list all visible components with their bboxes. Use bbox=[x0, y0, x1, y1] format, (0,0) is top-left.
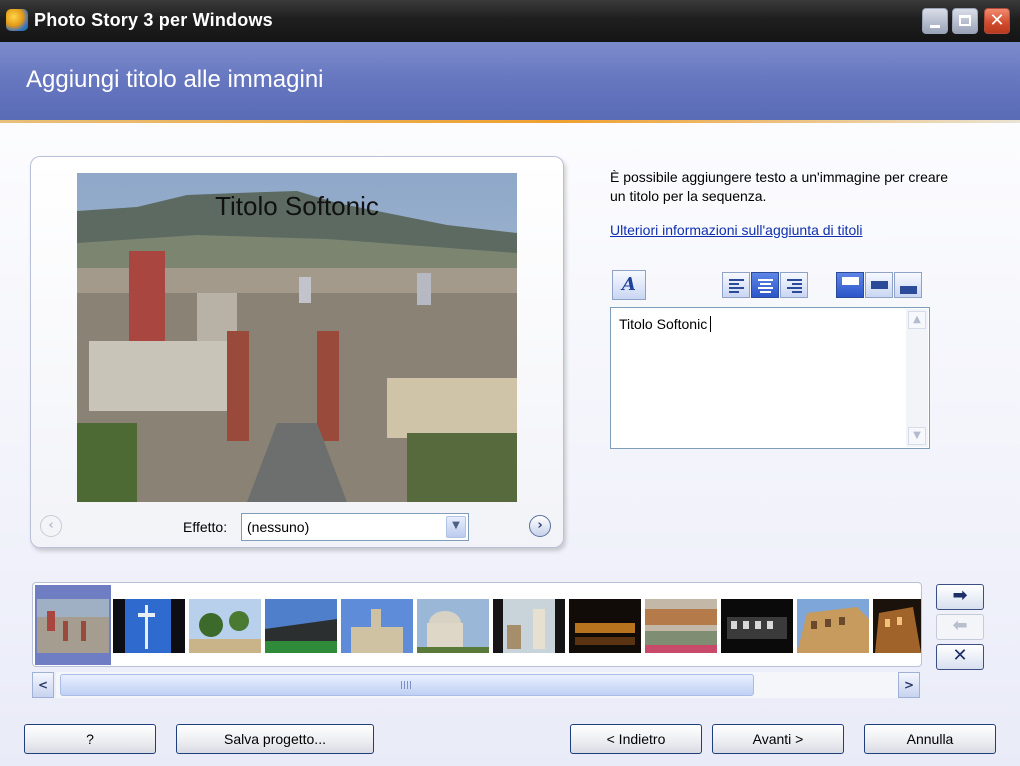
text-vertical-scrollbar[interactable]: ▲ ▼ bbox=[906, 309, 928, 447]
arrow-right-icon: ➡ bbox=[952, 585, 968, 606]
align-bottom-button[interactable] bbox=[894, 272, 922, 298]
align-right-icon bbox=[787, 279, 802, 295]
font-icon: A bbox=[622, 274, 636, 295]
close-icon: ✕ bbox=[989, 10, 1005, 31]
next-button[interactable]: Avanti > bbox=[712, 724, 844, 754]
align-center-icon bbox=[758, 279, 773, 295]
help-button[interactable]: ? bbox=[24, 724, 156, 754]
preview-title-overlay: Titolo Softonic bbox=[215, 191, 379, 221]
title-bar[interactable]: Photo Story 3 per Windows ✕ bbox=[0, 0, 1020, 42]
help-link[interactable]: Ulteriori informazioni sull'aggiunta di … bbox=[610, 222, 862, 238]
city-photo bbox=[77, 173, 517, 502]
close-button[interactable]: ✕ bbox=[984, 8, 1010, 34]
preview-image: Titolo Softonic bbox=[77, 173, 517, 502]
thumbnail-river-bridge[interactable] bbox=[645, 599, 717, 653]
align-top-icon bbox=[842, 277, 859, 285]
window-title: Photo Story 3 per Windows bbox=[34, 10, 273, 30]
effect-selected-value: (nessuno) bbox=[247, 519, 310, 535]
align-middle-button[interactable] bbox=[865, 272, 893, 298]
scroll-left-button[interactable]: < bbox=[32, 672, 54, 698]
instructions-text: È possibile aggiungere testo a un'immagi… bbox=[610, 169, 949, 204]
align-center-button[interactable] bbox=[751, 272, 779, 298]
previous-image-button[interactable]: ‹ bbox=[40, 515, 62, 537]
minimize-button[interactable] bbox=[922, 8, 948, 34]
effect-label: Effetto: bbox=[183, 519, 228, 535]
chevron-left-icon: < bbox=[37, 678, 49, 692]
header-accent-line bbox=[0, 120, 1020, 123]
thumbnail-church-facade[interactable] bbox=[341, 599, 413, 653]
chevron-left-icon: ‹ bbox=[48, 518, 54, 533]
align-right-button[interactable] bbox=[780, 272, 808, 298]
thumbnail-palm-trees[interactable] bbox=[189, 599, 261, 653]
title-text-value: Titolo Softonic bbox=[619, 316, 712, 332]
scroll-up-button[interactable]: ▲ bbox=[908, 311, 926, 329]
chevron-right-icon: > bbox=[903, 678, 915, 692]
back-button[interactable]: < Indietro bbox=[570, 724, 702, 754]
chevron-right-icon: › bbox=[537, 518, 543, 533]
thumbnail-stadium[interactable] bbox=[265, 599, 337, 653]
thumbnail-leaning-tower[interactable] bbox=[493, 599, 565, 653]
scroll-grip-icon bbox=[401, 681, 413, 689]
move-picture-right-button[interactable]: ➡ bbox=[936, 584, 984, 610]
title-text-input[interactable]: Titolo Softonic ▲ ▼ bbox=[610, 307, 930, 449]
thumbnail-barcelona-cityscape[interactable] bbox=[37, 599, 109, 653]
align-left-button[interactable] bbox=[722, 272, 750, 298]
font-button[interactable]: A bbox=[612, 270, 646, 300]
chevron-down-icon: ▼ bbox=[452, 520, 460, 531]
effect-dropdown[interactable]: (nessuno) ▼ bbox=[241, 513, 469, 541]
maximize-button[interactable] bbox=[952, 8, 978, 34]
move-picture-left-button[interactable]: ⬅ bbox=[936, 614, 984, 640]
align-middle-icon bbox=[871, 281, 888, 289]
remove-icon: ✕ bbox=[952, 645, 968, 666]
filmstrip bbox=[32, 582, 922, 667]
photo-story-app-icon bbox=[6, 9, 28, 31]
scroll-down-button[interactable]: ▼ bbox=[908, 427, 926, 445]
page-header: Aggiungi titolo alle immagini bbox=[0, 42, 1020, 120]
cancel-button[interactable]: Annulla bbox=[864, 724, 996, 754]
thumbnail-colosseum-day[interactable] bbox=[797, 599, 869, 653]
scroll-thumb[interactable] bbox=[60, 674, 754, 696]
thumbnail-colosseum-night-2[interactable] bbox=[873, 599, 922, 653]
filmstrip-horizontal-scrollbar[interactable]: < > bbox=[32, 672, 922, 698]
scroll-right-button[interactable]: > bbox=[898, 672, 920, 698]
align-left-icon bbox=[729, 279, 744, 295]
preview-panel: Titolo Softonic ‹ Effetto: (nessuno) ▼ › bbox=[30, 156, 564, 548]
next-image-button[interactable]: › bbox=[529, 515, 551, 537]
app-window: Photo Story 3 per Windows ✕ Aggiungi tit… bbox=[0, 0, 1020, 766]
horizontal-align-group bbox=[722, 272, 809, 298]
thumbnail-colosseum-night[interactable] bbox=[721, 599, 793, 653]
align-bottom-icon bbox=[900, 286, 917, 294]
align-top-button[interactable] bbox=[836, 272, 864, 298]
thumbnail-bridge-at-night[interactable] bbox=[569, 599, 641, 653]
scroll-track[interactable] bbox=[56, 672, 898, 698]
save-project-button[interactable]: Salva progetto... bbox=[176, 724, 374, 754]
dropdown-arrow-button[interactable]: ▼ bbox=[446, 516, 466, 538]
remove-picture-button[interactable]: ✕ bbox=[936, 644, 984, 670]
arrow-left-icon: ⬅ bbox=[952, 615, 968, 636]
thumbnail-domed-baptistery[interactable] bbox=[417, 599, 489, 653]
thumbnail-communications-tower[interactable] bbox=[113, 599, 185, 653]
vertical-align-group bbox=[836, 272, 923, 298]
page-title: Aggiungi titolo alle immagini bbox=[26, 66, 324, 93]
